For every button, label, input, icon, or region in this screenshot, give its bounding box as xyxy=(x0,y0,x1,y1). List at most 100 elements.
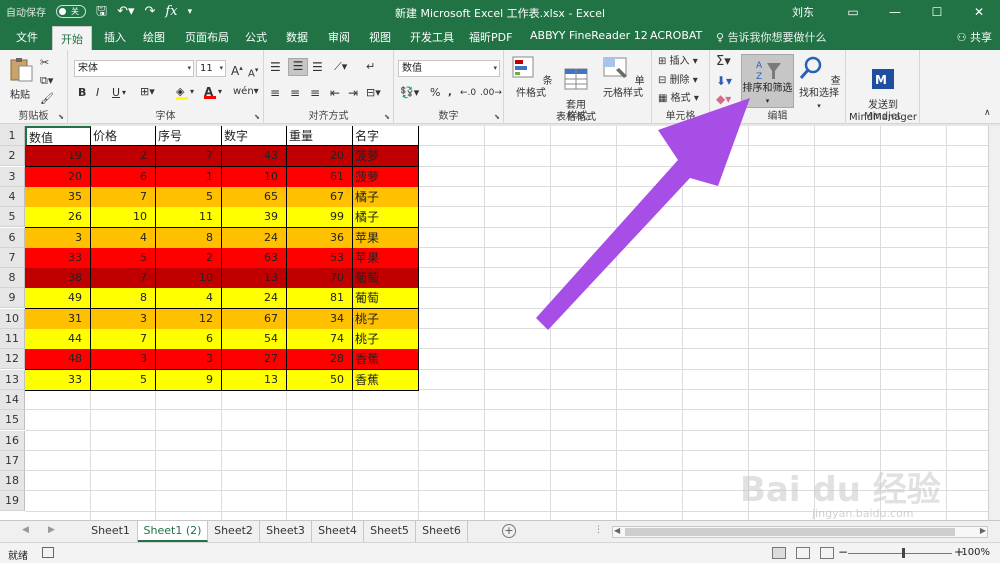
sheet-tab[interactable]: Sheet2 xyxy=(208,521,260,542)
undo-icon[interactable]: ↶▾ xyxy=(117,4,134,19)
next-sheet-icon[interactable]: ▶ xyxy=(48,525,55,535)
table-cell[interactable]: 13 xyxy=(222,268,287,289)
align-center-icon[interactable]: ≡ xyxy=(290,86,300,100)
table-cell[interactable]: 20 xyxy=(25,167,91,188)
italic-button[interactable]: I xyxy=(96,86,99,100)
autosave-toggle[interactable]: 关 xyxy=(56,5,86,18)
tab-file[interactable]: 文件 xyxy=(16,29,38,45)
underline-dropdown-icon[interactable]: ▾ xyxy=(122,86,126,100)
decrease-decimal-icon[interactable]: .00→ xyxy=(480,86,502,100)
table-cell[interactable]: 39 xyxy=(222,207,287,228)
row-header[interactable]: 6 xyxy=(0,228,25,248)
table-cell[interactable]: 桃子 xyxy=(353,309,419,330)
table-cell[interactable]: 2 xyxy=(91,146,156,167)
table-cell[interactable]: 橘子 xyxy=(353,187,419,208)
table-cell[interactable]: 67 xyxy=(222,309,287,330)
border-icon[interactable]: ⊞▾ xyxy=(140,85,155,99)
table-cell[interactable]: 6 xyxy=(91,167,156,188)
align-left-icon[interactable]: ≡ xyxy=(270,86,280,100)
underline-button[interactable]: U xyxy=(112,86,120,100)
delete-cells-button[interactable]: ⊟ 删除 ▾ xyxy=(658,74,698,88)
table-cell[interactable]: 38 xyxy=(25,268,91,289)
share-button[interactable]: ⚇ 共享 xyxy=(957,29,992,45)
table-cell[interactable]: 苹果 xyxy=(353,248,419,269)
table-cell[interactable]: 19 xyxy=(25,146,91,167)
font-launcher-icon[interactable]: ⬊ xyxy=(254,113,260,121)
table-cell[interactable]: 7 xyxy=(156,146,222,167)
scroll-right-icon[interactable]: ▶ xyxy=(980,526,986,535)
save-icon[interactable]: 🖫 xyxy=(96,4,107,19)
cell-styles-button[interactable]: 单元格样式 xyxy=(598,54,648,100)
table-header-cell[interactable]: 数值 xyxy=(25,126,91,146)
tab-acrobat[interactable]: ACROBAT xyxy=(650,29,702,42)
table-cell[interactable]: 7 xyxy=(91,187,156,208)
cut-icon[interactable]: ✂ xyxy=(40,56,49,70)
table-cell[interactable]: 7 xyxy=(91,329,156,350)
worksheet-grid[interactable]: 1 2 3 4 5 6 7 8 9 10 11 12 13 14 15 16 17 18 19 数值 价格 序号 数字 重量名… xyxy=(0,126,1000,520)
add-sheet-button[interactable]: + xyxy=(502,524,516,538)
table-cell[interactable]: 50 xyxy=(287,370,353,391)
table-cell[interactable]: 8 xyxy=(156,228,222,249)
table-cell[interactable]: 36 xyxy=(287,228,353,249)
row-header[interactable]: 15 xyxy=(0,410,25,430)
clear-icon[interactable]: ◆▾ xyxy=(716,92,731,106)
table-cell[interactable]: 3 xyxy=(91,309,156,330)
table-cell[interactable]: 5 xyxy=(91,370,156,391)
table-cell[interactable]: 4 xyxy=(156,288,222,309)
align-middle-icon[interactable]: ☰ xyxy=(288,58,308,76)
row-header[interactable]: 11 xyxy=(0,329,25,349)
bold-button[interactable]: B xyxy=(78,86,86,100)
table-cell[interactable]: 31 xyxy=(25,309,91,330)
sheet-tab[interactable]: Sheet4 xyxy=(312,521,364,542)
tab-draw[interactable]: 绘图 xyxy=(143,29,165,45)
redo-icon[interactable]: ↷ xyxy=(145,4,156,19)
sheet-tab[interactable]: Sheet1 (2) xyxy=(138,521,208,542)
zoom-out-icon[interactable]: − xyxy=(838,545,848,559)
decrease-indent-icon[interactable]: ⇤ xyxy=(330,86,340,100)
table-cell[interactable]: 49 xyxy=(25,288,91,309)
zoom-slider-thumb[interactable] xyxy=(902,548,905,558)
vertical-scrollbar[interactable] xyxy=(988,126,1000,520)
table-header-cell[interactable]: 序号 xyxy=(156,126,222,146)
minimize-button[interactable]: — xyxy=(874,0,916,24)
shrink-font-button[interactable]: A▾ xyxy=(248,63,258,81)
table-cell[interactable]: 10 xyxy=(156,268,222,289)
table-cell[interactable]: 43 xyxy=(222,146,287,167)
orientation-icon[interactable]: ⟋▾ xyxy=(334,60,347,74)
table-cell[interactable]: 61 xyxy=(287,167,353,188)
row-header[interactable]: 12 xyxy=(0,349,25,369)
table-cell[interactable]: 26 xyxy=(25,207,91,228)
table-cell[interactable]: 13 xyxy=(222,370,287,391)
insert-cells-button[interactable]: ⊞ 插入 ▾ xyxy=(658,55,698,69)
maximize-button[interactable]: ☐ xyxy=(916,0,958,24)
table-cell[interactable]: 3 xyxy=(156,349,222,370)
tab-view[interactable]: 视图 xyxy=(369,29,391,45)
table-header-cell[interactable]: 价格 xyxy=(91,126,156,146)
table-cell[interactable]: 65 xyxy=(222,187,287,208)
table-cell[interactable]: 葡萄 xyxy=(353,288,419,309)
autosum-icon[interactable]: Σ▾ xyxy=(716,55,731,69)
row-header[interactable]: 13 xyxy=(0,370,25,390)
align-right-icon[interactable]: ≡ xyxy=(310,86,320,100)
table-cell[interactable]: 99 xyxy=(287,207,353,228)
format-painter-icon[interactable]: 🖌 xyxy=(40,92,54,106)
clipboard-launcher-icon[interactable]: ⬊ xyxy=(58,113,64,121)
close-button[interactable]: ✕ xyxy=(958,0,1000,24)
table-cell[interactable]: 6 xyxy=(156,329,222,350)
row-header[interactable]: 19 xyxy=(0,491,25,511)
tell-me-search[interactable]: ♀ 告诉我你想要做什么 xyxy=(716,29,827,45)
table-cell[interactable]: 33 xyxy=(25,370,91,391)
table-cell[interactable]: 12 xyxy=(156,309,222,330)
fx-icon[interactable]: fx xyxy=(165,4,177,19)
number-format-combo[interactable]: 数值 ▾ xyxy=(398,60,500,77)
format-cells-button[interactable]: ▦ 格式 ▾ xyxy=(658,92,699,106)
alignment-launcher-icon[interactable]: ⬊ xyxy=(384,113,390,121)
table-cell[interactable]: 9 xyxy=(156,370,222,391)
table-cell[interactable]: 橘子 xyxy=(353,207,419,228)
table-cell[interactable]: 24 xyxy=(222,288,287,309)
table-cell[interactable]: 48 xyxy=(25,349,91,370)
table-cell[interactable]: 香蕉 xyxy=(353,370,419,391)
accounting-format-icon[interactable]: 💱▾ xyxy=(400,86,419,100)
table-cell[interactable]: 54 xyxy=(222,329,287,350)
font-name-combo[interactable]: 宋体 ▾ xyxy=(74,60,194,77)
